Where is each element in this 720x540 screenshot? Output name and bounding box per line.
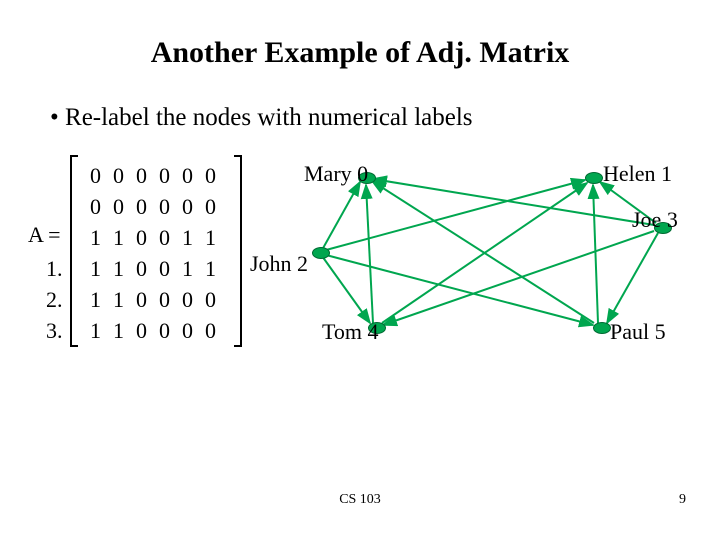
matrix-cell: 1 xyxy=(199,225,222,251)
matrix-cell: 0 xyxy=(153,194,176,220)
matrix-cell: 0 xyxy=(199,318,222,344)
node-helen xyxy=(585,172,603,184)
matrix-cell: 1 xyxy=(84,225,107,251)
label-joe: Joe 3 xyxy=(632,207,678,233)
matrix-cell: 1 xyxy=(84,318,107,344)
matrix-cell: 0 xyxy=(84,163,107,189)
matrix-cell: 0 xyxy=(107,194,130,220)
matrix-cell: 1 xyxy=(84,287,107,313)
graph-diagram: Mary 0 Helen 1 John 2 Joe 3 Tom 4 Paul 5 xyxy=(310,155,670,355)
matrix-label: A = xyxy=(28,222,61,248)
matrix-cell: 0 xyxy=(130,318,153,344)
slide-title: Another Example of Adj. Matrix xyxy=(0,36,720,70)
adjacency-matrix: 000000 000000 110011 1. 110011 2. 110000… xyxy=(70,155,242,347)
node-paul xyxy=(593,322,611,334)
matrix-cell: 0 xyxy=(153,318,176,344)
matrix-cell: 0 xyxy=(84,194,107,220)
matrix-cell: 0 xyxy=(130,256,153,282)
matrix-row: 000000 xyxy=(84,194,222,220)
row-number: 1. xyxy=(46,256,78,282)
matrix-cell: 0 xyxy=(199,287,222,313)
matrix-cell: 0 xyxy=(176,287,199,313)
matrix-cell: 0 xyxy=(176,163,199,189)
label-paul: Paul 5 xyxy=(610,319,666,345)
matrix-cell: 1 xyxy=(176,225,199,251)
row-number: 2. xyxy=(46,287,78,313)
matrix-cell: 0 xyxy=(130,163,153,189)
matrix-cell: 1 xyxy=(107,318,130,344)
matrix-cell: 0 xyxy=(130,194,153,220)
bullet-text: Re-label the nodes with numerical labels xyxy=(50,104,473,132)
matrix-cell: 0 xyxy=(130,225,153,251)
label-helen: Helen 1 xyxy=(603,161,672,187)
matrix-row: 3. 110000 xyxy=(84,318,222,344)
label-mary: Mary 0 xyxy=(304,161,368,187)
footer-course: CS 103 xyxy=(0,492,720,508)
bracket-right xyxy=(234,155,242,347)
matrix-cell: 0 xyxy=(107,163,130,189)
matrix-row: 1. 110011 xyxy=(84,256,222,282)
label-tom: Tom 4 xyxy=(322,319,379,345)
matrix-cell: 0 xyxy=(153,163,176,189)
matrix-row: 2. 110000 xyxy=(84,287,222,313)
row-number: 3. xyxy=(46,318,78,344)
matrix-cell: 0 xyxy=(199,163,222,189)
matrix-cell: 0 xyxy=(130,287,153,313)
matrix-cell: 1 xyxy=(107,225,130,251)
matrix-row: 000000 xyxy=(84,163,222,189)
footer-page-number: 9 xyxy=(679,492,686,508)
matrix-cell: 1 xyxy=(199,256,222,282)
matrix-cell: 0 xyxy=(153,287,176,313)
matrix-cell: 1 xyxy=(84,256,107,282)
matrix-cell: 0 xyxy=(153,256,176,282)
matrix-cell: 0 xyxy=(176,318,199,344)
matrix-cell: 0 xyxy=(199,194,222,220)
matrix-cell: 1 xyxy=(107,287,130,313)
matrix-cell: 1 xyxy=(176,256,199,282)
label-john: John 2 xyxy=(250,251,308,277)
node-john xyxy=(312,247,330,259)
matrix-cell: 1 xyxy=(107,256,130,282)
matrix-cell: 0 xyxy=(176,194,199,220)
matrix-cell: 0 xyxy=(153,225,176,251)
matrix-row: 110011 xyxy=(84,225,222,251)
